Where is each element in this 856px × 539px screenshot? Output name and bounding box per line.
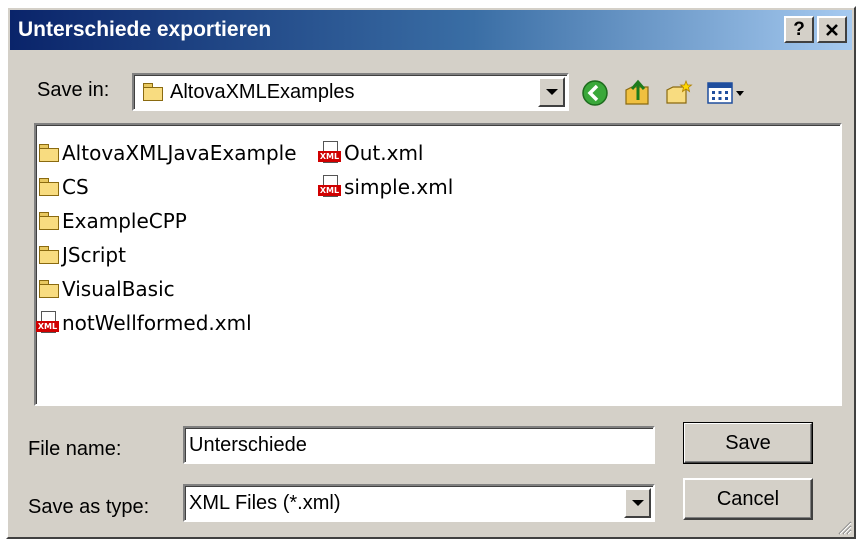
cancel-button[interactable]: Cancel: [683, 478, 813, 520]
close-button[interactable]: [817, 16, 847, 43]
help-button[interactable]: ?: [784, 16, 814, 43]
xml-file-icon: XML: [318, 175, 342, 199]
folder-icon: [38, 143, 60, 163]
back-icon[interactable]: [580, 78, 610, 108]
save-as-type-dropdown[interactable]: XML Files (*.xml): [183, 484, 655, 522]
folder-icon: [142, 82, 164, 102]
save-in-location: AltovaXMLExamples: [170, 81, 355, 103]
up-folder-icon[interactable]: [622, 78, 652, 108]
dialog-title: Unterschiede exportieren: [18, 18, 272, 41]
file-name-label: File name:: [28, 438, 122, 460]
xml-file-icon: XML: [318, 141, 342, 165]
close-icon: [826, 23, 838, 36]
new-folder-icon[interactable]: [664, 78, 694, 108]
save-in-label: Save in:: [37, 79, 110, 101]
file-name-input[interactable]: Unterschiede: [183, 426, 655, 464]
save-button[interactable]: Save: [683, 422, 813, 464]
list-item[interactable]: XML Out.xml: [318, 139, 424, 167]
dropdown-arrow-icon[interactable]: [538, 77, 565, 107]
dropdown-arrow-icon[interactable]: [624, 488, 651, 518]
xml-file-icon: XML: [36, 311, 60, 335]
list-item[interactable]: AltovaXMLJavaExample: [38, 139, 297, 167]
list-item[interactable]: XML notWellformed.xml: [36, 309, 252, 337]
list-item[interactable]: XML simple.xml: [318, 173, 453, 201]
save-as-type-label: Save as type:: [28, 496, 150, 518]
folder-icon: [38, 245, 60, 265]
list-item[interactable]: CS: [38, 173, 89, 201]
folder-icon: [38, 211, 60, 231]
folder-icon: [38, 279, 60, 299]
list-item[interactable]: ExampleCPP: [38, 207, 187, 235]
resize-grip-icon[interactable]: [834, 517, 852, 535]
save-in-dropdown[interactable]: AltovaXMLExamples: [132, 73, 569, 111]
list-item[interactable]: VisualBasic: [38, 275, 175, 303]
title-bar[interactable]: Unterschiede exportieren ?: [10, 10, 852, 50]
file-list[interactable]: AltovaXMLJavaExample CS ExampleCPP JScri…: [34, 123, 842, 406]
save-dialog: Unterschiede exportieren ? Save in: Alto…: [6, 6, 856, 539]
folder-icon: [38, 177, 60, 197]
list-item[interactable]: JScript: [38, 241, 126, 269]
view-menu-icon[interactable]: [706, 78, 750, 108]
